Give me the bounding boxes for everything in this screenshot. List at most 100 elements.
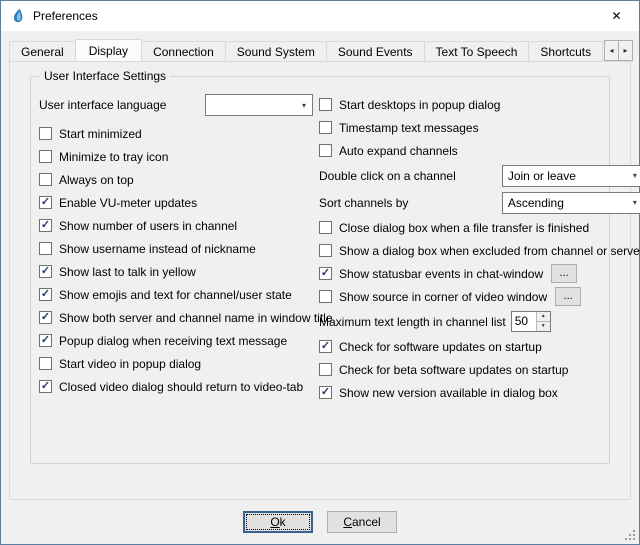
checkbox-row[interactable]: ✓ Show emojis and text for channel/user s… <box>39 283 313 306</box>
right-checkbox-list-top: Start desktops in popup dialog Timestamp … <box>319 93 640 162</box>
checkbox[interactable] <box>319 221 332 234</box>
cancel-button[interactable]: Cancel <box>327 511 397 533</box>
double-click-select[interactable]: Join or leave ▾ <box>502 165 640 187</box>
close-icon: ✕ <box>611 9 621 23</box>
checkbox[interactable] <box>319 121 332 134</box>
sort-channels-select[interactable]: Ascending ▾ <box>502 192 640 214</box>
checkbox-row[interactable]: Start desktops in popup dialog <box>319 93 640 116</box>
checkbox-label: Show statusbar events in chat-window <box>339 267 543 281</box>
checkbox-row[interactable]: Show a dialog box when excluded from cha… <box>319 239 640 262</box>
checkbox-row[interactable]: ✓ Enable VU-meter updates <box>39 191 313 214</box>
tab-scroll-right-icon[interactable]: ▸ <box>618 40 633 61</box>
checkbox-row[interactable]: ✓ Show statusbar events in chat-window... <box>319 262 640 285</box>
checkbox[interactable] <box>319 98 332 111</box>
sort-channels-select-value: Ascending <box>508 196 627 210</box>
checkbox-row[interactable]: ✓ Closed video dialog should return to vi… <box>39 375 313 398</box>
checkbox-label: Start minimized <box>59 127 142 141</box>
checkbox[interactable]: ✓ <box>39 196 52 209</box>
checkbox[interactable] <box>39 173 52 186</box>
checkbox-label: Enable VU-meter updates <box>59 196 197 210</box>
checkbox[interactable]: ✓ <box>319 340 332 353</box>
checkbox[interactable]: ✓ <box>319 386 332 399</box>
spinner-buttons: ▲ ▼ <box>536 312 550 331</box>
checkbox[interactable]: ✓ <box>39 380 52 393</box>
checkbox[interactable]: ✓ <box>319 267 332 280</box>
checkbox-row[interactable]: ✓ Show number of users in channel <box>39 214 313 237</box>
checkbox[interactable] <box>39 127 52 140</box>
ok-button[interactable]: Ok <box>243 511 313 533</box>
tab-general[interactable]: General <box>9 41 76 61</box>
checkbox-label: Check for software updates on startup <box>339 340 542 354</box>
group-user-interface-settings: User Interface Settings User interface l… <box>30 76 610 464</box>
close-button[interactable]: ✕ <box>594 1 639 31</box>
spin-down-icon[interactable]: ▼ <box>537 322 550 332</box>
tab-scroll-left-icon[interactable]: ◂ <box>604 40 619 61</box>
tab-sound-system[interactable]: Sound System <box>225 41 327 61</box>
ellipsis-button[interactable]: ... <box>551 264 577 283</box>
checkbox-row[interactable]: Show username instead of nickname <box>39 237 313 260</box>
tab-sound-events[interactable]: Sound Events <box>326 41 425 61</box>
checkbox-row[interactable]: ✓ Check for software updates on startup <box>319 335 640 358</box>
right-column: Start desktops in popup dialog Timestamp … <box>313 93 640 404</box>
checkbox-row[interactable]: ✓Show both server and channel name in wi… <box>39 306 313 329</box>
titlebar: Preferences ✕ <box>1 1 639 31</box>
checkbox[interactable] <box>39 357 52 370</box>
checkbox-label: Show new version available in dialog box <box>339 386 558 400</box>
checkbox-label: Start video in popup dialog <box>59 357 201 371</box>
double-click-label: Double click on a channel <box>319 169 456 183</box>
checkbox-row[interactable]: Show source in corner of video window... <box>319 285 640 308</box>
checkbox[interactable] <box>319 244 332 257</box>
checkbox-row[interactable]: Minimize to tray icon <box>39 145 313 168</box>
group-title: User Interface Settings <box>40 69 170 83</box>
checkbox-label: Check for beta software updates on start… <box>339 363 568 377</box>
spin-up-icon[interactable]: ▲ <box>537 312 550 322</box>
checkbox[interactable]: ✓ <box>39 288 52 301</box>
preferences-window: Preferences ✕ GeneralDisplayConnectionSo… <box>0 0 640 545</box>
max-text-length-row: Maximum text length in channel list 50 ▲… <box>319 308 640 335</box>
tab-text-to-speech[interactable]: Text To Speech <box>424 41 530 61</box>
checkbox-label: Show number of users in channel <box>59 219 237 233</box>
checkbox-row[interactable]: Timestamp text messages <box>319 116 640 139</box>
checkbox-label: Start desktops in popup dialog <box>339 98 500 112</box>
checkbox[interactable] <box>39 242 52 255</box>
checkbox[interactable] <box>39 150 52 163</box>
left-column: User interface language ▾ Start minimize… <box>39 93 313 404</box>
checkbox[interactable]: ✓ <box>39 311 52 324</box>
language-select[interactable]: ▾ <box>205 94 313 116</box>
checkbox-row[interactable]: ✓Popup dialog when receiving text messag… <box>39 329 313 352</box>
ok-button-label: Ok <box>270 515 285 529</box>
tab-shortcuts[interactable]: Shortcuts <box>528 41 603 61</box>
checkbox-row[interactable]: Start video in popup dialog <box>39 352 313 375</box>
checkbox-row[interactable]: Check for beta software updates on start… <box>319 358 640 381</box>
max-text-length-spinner[interactable]: 50 ▲ ▼ <box>511 311 551 332</box>
tab-display[interactable]: Display <box>75 39 142 61</box>
tab-bar: GeneralDisplayConnectionSound SystemSoun… <box>1 31 639 61</box>
tab-scroll-buttons: ◂ ▸ <box>605 40 633 61</box>
checkbox-row[interactable]: ✓ Show last to talk in yellow <box>39 260 313 283</box>
checkbox-row[interactable]: Auto expand channels <box>319 139 640 162</box>
app-icon <box>10 8 26 24</box>
checkbox-label: Minimize to tray icon <box>59 150 168 164</box>
checkbox[interactable] <box>319 363 332 376</box>
checkbox-label: Auto expand channels <box>339 144 458 158</box>
checkbox[interactable] <box>319 290 332 303</box>
checkbox[interactable]: ✓ <box>39 265 52 278</box>
checkbox-label: Timestamp text messages <box>339 121 479 135</box>
checkbox-row[interactable]: Close dialog box when a file transfer is… <box>319 216 640 239</box>
ellipsis-button[interactable]: ... <box>555 287 581 306</box>
checkbox-row[interactable]: Start minimized <box>39 122 313 145</box>
checkbox-row[interactable]: Always on top <box>39 168 313 191</box>
checkbox-label: Show username instead of nickname <box>59 242 256 256</box>
footer: Ok Cancel <box>1 500 639 544</box>
checkbox[interactable] <box>319 144 332 157</box>
checkbox-label: Show both server and channel name in win… <box>59 311 333 325</box>
resize-grip[interactable] <box>624 529 637 542</box>
checkbox-row[interactable]: ✓ Show new version available in dialog bo… <box>319 381 640 404</box>
checkbox-label: Show last to talk in yellow <box>59 265 196 279</box>
checkbox-label: Show emojis and text for channel/user st… <box>59 288 292 302</box>
tab-connection[interactable]: Connection <box>141 41 226 61</box>
checkbox[interactable]: ✓ <box>39 219 52 232</box>
double-click-select-value: Join or leave <box>508 169 627 183</box>
checkbox[interactable]: ✓ <box>39 334 52 347</box>
checkbox-label: Closed video dialog should return to vid… <box>59 380 303 394</box>
